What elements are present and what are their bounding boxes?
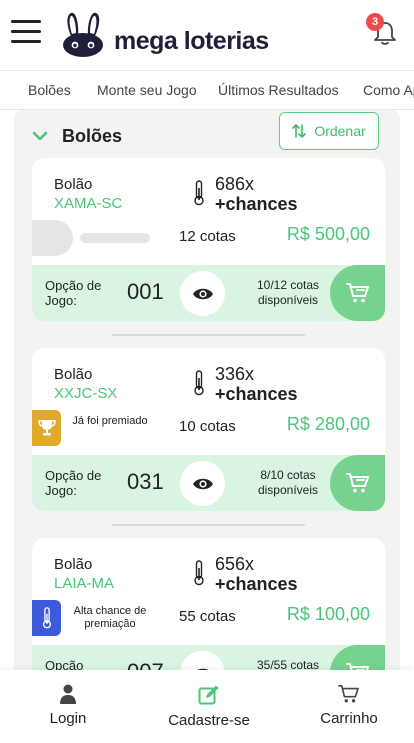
card-code: LAIA-MA	[54, 575, 115, 592]
cotas-count: 10 cotas	[179, 418, 236, 435]
cart-icon	[345, 663, 369, 670]
card-divider	[112, 334, 305, 336]
thermometer-icon	[194, 560, 204, 586]
prize-tag-text: Já foi premiado	[72, 415, 148, 427]
thermometer-icon	[194, 370, 204, 396]
signup-button[interactable]: Cadastre-se	[163, 684, 255, 730]
game-option-row: Opção de Jogo: 001 10/12 cotas disponívei…	[32, 265, 385, 321]
eye-icon	[192, 288, 213, 299]
chevron-down-icon	[32, 131, 48, 141]
availability: 8/10 cotas disponíveis	[257, 468, 319, 497]
card-label: Bolão	[54, 176, 93, 193]
nav-item-monte-seu-jogo[interactable]: Monte seu Jogo	[97, 71, 197, 109]
cart-label: Carrinho	[320, 710, 378, 727]
trophy-icon	[37, 420, 56, 436]
menu-icon[interactable]	[11, 20, 41, 46]
chances-label: +chances	[215, 384, 298, 404]
cart-icon	[345, 473, 369, 493]
multiplier: 686x	[215, 174, 255, 194]
trophy-badge	[32, 410, 61, 446]
card-code: XAMA-SC	[54, 195, 123, 212]
option-number: 031	[127, 469, 164, 494]
eye-icon	[192, 478, 213, 489]
main-content: Bolões Ordenar Bolão XAMA-SC 686x +chanc…	[0, 110, 414, 670]
cart-nav-button[interactable]: Carrinho	[316, 684, 382, 728]
card-label: Bolão	[54, 556, 93, 573]
cotas-count: 55 cotas	[179, 608, 236, 625]
user-icon	[60, 684, 76, 704]
logo-text: mega loterias	[114, 26, 269, 55]
nav-item-boloes[interactable]: Bolões	[28, 71, 71, 109]
price: R$ 280,00	[286, 414, 370, 434]
tag-placeholder-bar	[80, 233, 150, 243]
bolao-card[interactable]: Bolão XXJC-SX 336x +chances Já foi premi…	[32, 348, 385, 511]
bolao-card[interactable]: Bolão XAMA-SC 686x +chances 12 cotas R$ …	[32, 158, 385, 321]
add-to-cart-button[interactable]	[330, 455, 385, 511]
price: R$ 100,00	[286, 604, 370, 624]
chances-label: +chances	[215, 194, 298, 214]
notification-badge: 3	[366, 13, 384, 31]
game-option-row: Opção 007 35/55 cotas	[32, 645, 385, 670]
login-button[interactable]: Login	[38, 684, 98, 728]
chances-label: +chances	[215, 574, 298, 594]
sort-icon	[292, 124, 307, 138]
logo[interactable]: mega loterias	[58, 12, 269, 58]
availability: 35/55 cotas	[256, 658, 320, 670]
sort-button[interactable]: Ordenar	[279, 112, 379, 150]
cart-icon	[338, 685, 359, 703]
app-header: mega loterias 3	[0, 0, 414, 70]
thermometer-badge	[32, 600, 61, 636]
cotas-count: 12 cotas	[179, 228, 236, 245]
game-option-row: Opção de Jogo: 031 8/10 cotas disponíveis	[32, 455, 385, 511]
view-button[interactable]	[180, 271, 225, 316]
edit-icon	[198, 685, 219, 705]
availability: 10/12 cotas disponíveis	[256, 278, 320, 307]
option-label: Opção de Jogo:	[45, 468, 102, 498]
top-nav: Bolões Monte seu Jogo Últimos Resultados…	[0, 70, 414, 110]
option-number: 007	[127, 659, 164, 670]
bolao-card[interactable]: Bolão LAIA-MA 656x +chances Alta chance …	[32, 538, 385, 670]
sort-label: Ordenar	[314, 123, 366, 139]
nav-item-ultimos-resultados[interactable]: Últimos Resultados	[218, 71, 339, 109]
signup-label: Cadastre-se	[168, 712, 250, 729]
card-divider	[112, 524, 305, 526]
option-label: Opção	[45, 658, 84, 670]
multiplier: 336x	[215, 364, 255, 384]
multiplier: 656x	[215, 554, 255, 574]
high-chance-tag-text: Alta chance de premiação	[73, 605, 147, 630]
option-label: Opção de Jogo:	[45, 278, 102, 308]
view-button[interactable]	[180, 461, 225, 506]
tag-placeholder-shape	[32, 220, 73, 256]
price: R$ 500,00	[286, 224, 370, 244]
nav-item-como-apostar[interactable]: Como Ap	[363, 71, 414, 109]
add-to-cart-button[interactable]	[330, 645, 385, 670]
login-label: Login	[49, 710, 87, 727]
section-header[interactable]: Bolões	[32, 121, 122, 151]
option-number: 001	[127, 279, 164, 304]
bunny-logo-icon	[63, 12, 103, 57]
add-to-cart-button[interactable]	[330, 265, 385, 321]
card-code: XXJC-SX	[54, 385, 118, 402]
view-button[interactable]	[180, 651, 225, 670]
section-title: Bolões	[62, 125, 123, 146]
thermometer-icon	[194, 180, 204, 206]
cart-icon	[345, 283, 369, 303]
bottom-nav: Login Cadastre-se Carrinho	[0, 670, 414, 743]
thermometer-icon	[42, 607, 51, 629]
card-label: Bolão	[54, 366, 93, 383]
